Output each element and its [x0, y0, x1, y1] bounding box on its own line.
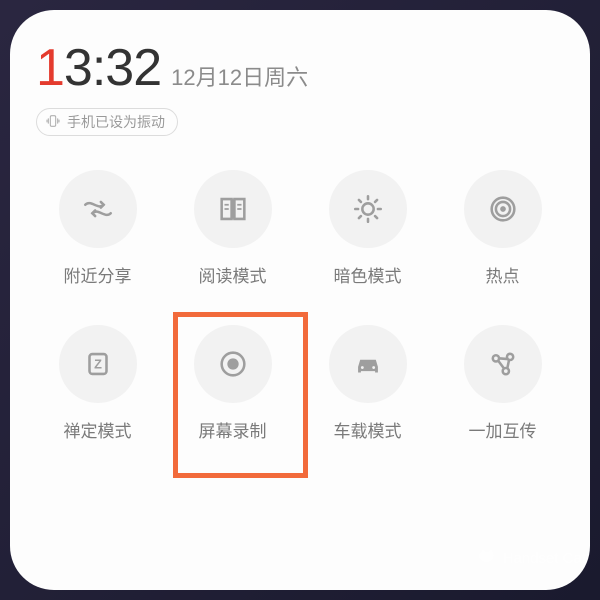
vibrate-status-text: 手机已设为振动 [67, 112, 165, 132]
tiles-grid: 附近分享 阅读模式 暗色模式 热点 [30, 170, 570, 442]
clock-rest: 3:32 [64, 39, 161, 97]
reading-mode-icon [194, 170, 272, 248]
clock: 13:32 [36, 38, 161, 98]
tile-car-mode[interactable]: 车载模式 [308, 325, 428, 442]
tile-zen-mode[interactable]: Z 禅定模式 [38, 325, 158, 442]
header: 13:32 12月12日周六 [36, 38, 570, 98]
watermark-text: Handset Cat [503, 550, 586, 567]
device-frame: 13:32 12月12日周六 手机已设为振动 附近分享 阅读模式 [0, 0, 600, 600]
tile-label: 车载模式 [334, 417, 402, 442]
screen-record-icon [194, 325, 272, 403]
tile-label: 热点 [486, 262, 520, 287]
tile-label: 屏幕录制 [199, 417, 267, 442]
vibrate-status-pill[interactable]: 手机已设为振动 [36, 108, 178, 136]
oneplus-transfer-icon [464, 325, 542, 403]
vibrate-icon [45, 113, 61, 132]
tile-label: 阅读模式 [199, 262, 267, 287]
clock-lead-digit: 1 [36, 39, 64, 97]
tile-label: 禅定模式 [64, 417, 132, 442]
tile-screen-record[interactable]: 屏幕录制 [173, 325, 293, 442]
tile-label: 暗色模式 [334, 262, 402, 287]
cat-icon [477, 546, 497, 570]
tile-oneplus-transfer[interactable]: 一加互传 [443, 325, 563, 442]
nearby-share-icon [59, 170, 137, 248]
quick-settings-panel: 13:32 12月12日周六 手机已设为振动 附近分享 阅读模式 [10, 10, 590, 590]
dark-mode-icon [329, 170, 407, 248]
tile-label: 附近分享 [64, 262, 132, 287]
hotspot-icon [464, 170, 542, 248]
tile-dark-mode[interactable]: 暗色模式 [308, 170, 428, 287]
tile-label: 一加互传 [469, 417, 537, 442]
tile-nearby-share[interactable]: 附近分享 [38, 170, 158, 287]
watermark: Handset Cat [477, 546, 586, 570]
car-mode-icon [329, 325, 407, 403]
svg-text:Z: Z [94, 356, 102, 371]
tile-hotspot[interactable]: 热点 [443, 170, 563, 287]
zen-mode-icon: Z [59, 325, 137, 403]
date-label: 12月12日周六 [171, 60, 308, 92]
tile-reading-mode[interactable]: 阅读模式 [173, 170, 293, 287]
